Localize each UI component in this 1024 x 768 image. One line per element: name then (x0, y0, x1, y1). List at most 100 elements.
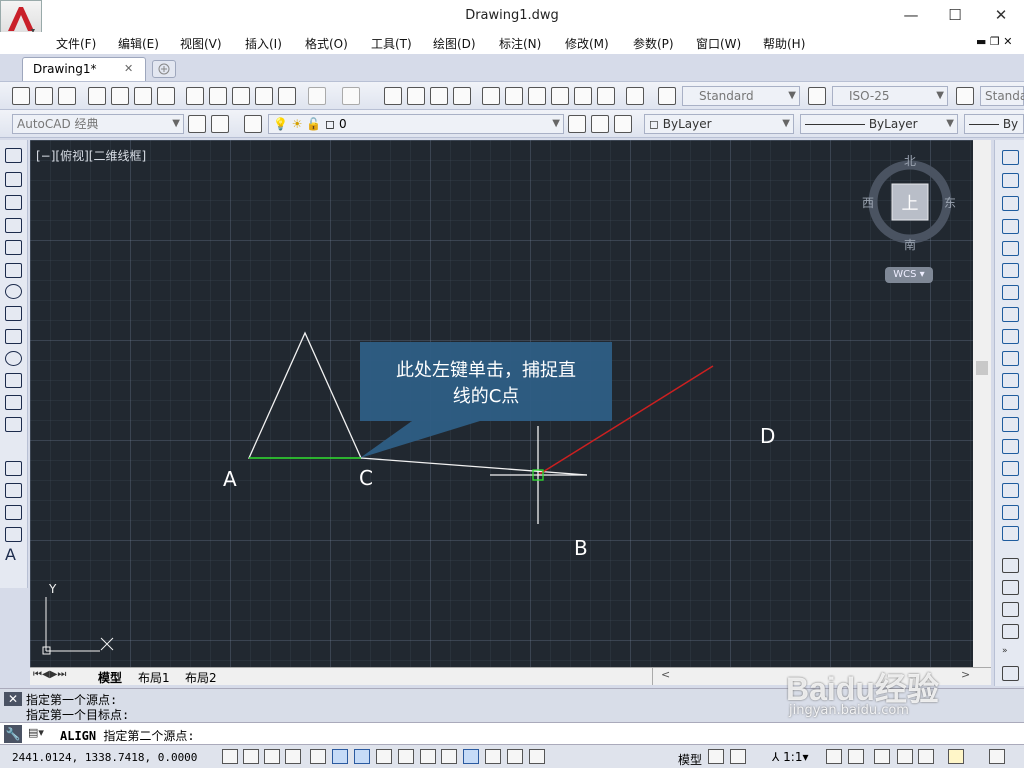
break-at-point-icon[interactable] (1002, 395, 1019, 410)
vertical-scrollbar[interactable] (973, 140, 991, 667)
more-chevron-icon[interactable]: » (1002, 646, 1019, 661)
properties-icon[interactable] (482, 87, 500, 105)
vertical-scroll-thumb[interactable] (976, 361, 988, 375)
menu-format[interactable]: 格式(O) (305, 35, 348, 52)
recent-commands-icon[interactable]: ▤▾ (28, 726, 44, 739)
save-icon[interactable] (58, 87, 76, 105)
open-icon[interactable] (35, 87, 53, 105)
viewcube-south[interactable]: 南 (904, 236, 916, 253)
rotate-icon[interactable] (1002, 285, 1019, 300)
hatch-icon[interactable] (5, 461, 22, 476)
hardware-acceleration-icon[interactable] (918, 749, 934, 764)
undo-icon[interactable] (308, 87, 326, 105)
gradient-icon[interactable] (5, 483, 22, 498)
menu-help[interactable]: 帮助(H) (763, 35, 805, 52)
help-icon[interactable] (626, 87, 644, 105)
copy-object-icon[interactable] (1002, 173, 1019, 188)
transparency-icon[interactable] (463, 749, 479, 764)
drawing-canvas[interactable]: [−][俯视][二维线框] Y 此处左键单击，捕捉直 线的C点 A C B D … (30, 140, 973, 667)
new-icon[interactable] (12, 87, 30, 105)
zoom-previous-icon[interactable] (453, 87, 471, 105)
table-style-icon[interactable] (956, 87, 974, 105)
circle-icon[interactable] (5, 284, 22, 299)
polyline-icon[interactable] (5, 195, 22, 210)
paste-icon[interactable] (232, 87, 250, 105)
insert-block-icon[interactable] (5, 395, 22, 410)
polar-tracking-icon[interactable] (310, 749, 326, 764)
workspace-settings-icon[interactable] (188, 115, 206, 133)
layer-previous-icon[interactable] (591, 115, 609, 133)
preview-icon[interactable] (111, 87, 129, 105)
blend-curves-icon[interactable] (1002, 505, 1019, 520)
publish-icon[interactable] (134, 87, 152, 105)
trim-icon[interactable] (1002, 351, 1019, 366)
tab-close-icon[interactable]: ✕ (124, 62, 133, 75)
viewcube-north[interactable]: 北 (904, 152, 916, 169)
redo-icon[interactable] (342, 87, 360, 105)
text-style-select[interactable]: Standard ▼ (682, 86, 800, 106)
workspace-switching-icon[interactable] (874, 749, 890, 764)
annotation-visibility-icon[interactable] (826, 749, 842, 764)
dim-style-icon[interactable] (808, 87, 826, 105)
dim-style-select[interactable]: ISO-25 ▼ (832, 86, 948, 106)
send-under-icon[interactable] (1002, 666, 1019, 681)
close-command-line-icon[interactable]: ✕ (4, 692, 22, 706)
layer-select[interactable]: 💡 ☀ 🔓 ◻ 0 ▼ (268, 114, 564, 134)
viewcube-west[interactable]: 西 (862, 194, 874, 211)
clean-screen-icon[interactable] (989, 749, 1005, 764)
offset-icon[interactable] (1002, 219, 1019, 234)
bring-to-front-icon[interactable] (1002, 580, 1019, 595)
region-icon[interactable] (5, 505, 22, 520)
toolbar-lock-icon[interactable] (897, 749, 913, 764)
lineweight-icon[interactable] (420, 749, 436, 764)
polygon-icon[interactable] (5, 218, 22, 233)
ellipse-icon[interactable] (5, 351, 22, 366)
multiline-text-icon[interactable]: A (5, 547, 22, 563)
extend-icon[interactable] (1002, 373, 1019, 388)
break-icon[interactable] (1002, 417, 1019, 432)
command-line[interactable]: 🔧 ▤▾ ALIGN 指定第二个源点: (0, 722, 1024, 744)
mirror-icon[interactable] (1002, 196, 1019, 211)
tool-palettes-icon[interactable] (528, 87, 546, 105)
quick-view-layouts-icon[interactable] (708, 749, 724, 764)
color-select[interactable]: ◻ ByLayer ▼ (644, 114, 794, 134)
minimize-button[interactable]: — (896, 4, 926, 26)
viewcube[interactable]: 上 北 南 东 西 (862, 154, 956, 252)
fillet-icon[interactable] (1002, 483, 1019, 498)
isolate-objects-icon[interactable] (948, 749, 964, 764)
send-to-back-icon[interactable] (1002, 602, 1019, 617)
explode-icon[interactable] (1002, 526, 1019, 541)
join-icon[interactable] (1002, 439, 1019, 454)
lineweight-select[interactable]: By (964, 114, 1024, 134)
menu-file[interactable]: 文件(F) (56, 35, 96, 52)
menu-modify[interactable]: 修改(M) (565, 35, 609, 52)
auto-scale-icon[interactable] (848, 749, 864, 764)
revision-cloud-icon[interactable] (5, 306, 22, 321)
object-snap-icon[interactable] (332, 749, 348, 764)
menu-view[interactable]: 视图(V) (180, 35, 222, 52)
block-editor-icon[interactable] (278, 87, 296, 105)
pan-icon[interactable] (384, 87, 402, 105)
3d-object-snap-icon[interactable] (354, 749, 370, 764)
layout-nav-arrows-icon[interactable]: ⏮◀▶⏭ (33, 669, 66, 680)
draw-order-icon[interactable] (1002, 558, 1019, 573)
menu-edit[interactable]: 编辑(E) (118, 35, 159, 52)
line-icon[interactable] (5, 148, 22, 163)
make-block-icon[interactable] (5, 417, 22, 432)
make-current-icon[interactable] (568, 115, 586, 133)
spline-icon[interactable] (5, 329, 22, 344)
cut-icon[interactable] (186, 87, 204, 105)
workspace-select[interactable]: AutoCAD 经典 ▼ (12, 114, 184, 134)
zoom-window-icon[interactable] (430, 87, 448, 105)
layer-properties-icon[interactable] (244, 115, 262, 133)
snap-mode-icon[interactable] (243, 749, 259, 764)
zoom-realtime-icon[interactable] (407, 87, 425, 105)
wcs-menu-button[interactable]: WCS ▾ (885, 267, 933, 283)
tab-layout1[interactable]: 布局1 (138, 669, 170, 686)
chamfer-icon[interactable] (1002, 461, 1019, 476)
dynamic-input-icon[interactable] (441, 749, 457, 764)
tab-model[interactable]: 模型 (98, 669, 122, 686)
array-icon[interactable] (1002, 241, 1019, 256)
construction-line-icon[interactable] (5, 172, 22, 187)
arc-icon[interactable] (5, 263, 22, 278)
